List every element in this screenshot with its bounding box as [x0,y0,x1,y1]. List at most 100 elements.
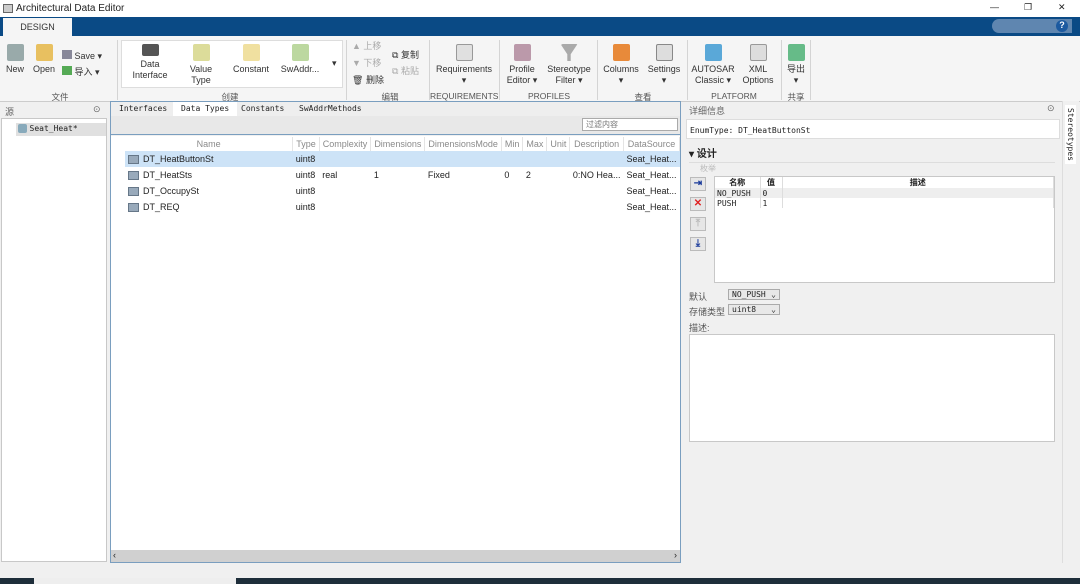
cell-dimensionsmode [425,151,502,167]
data-type-icon [128,187,139,197]
title-bar: Architectural Data Editor — ❐ ✕ [0,0,1080,17]
requirements-button[interactable]: Requirements ▾ [434,44,494,86]
open-button[interactable]: Open [31,44,57,75]
tab-design[interactable]: DESIGN [3,18,72,36]
column-header-description[interactable]: Description [569,137,624,151]
move-enum-up-button[interactable]: ⤒ [690,217,706,231]
cell-unit [547,199,570,215]
gallery-expand-button[interactable]: ▾ [332,58,337,69]
cell-min [501,199,523,215]
restore-button[interactable]: ❐ [1024,2,1032,13]
cell-unit [547,167,570,183]
value-type-icon [192,44,210,61]
source-tree: Seat_Heat* [1,118,107,562]
new-button[interactable]: New [3,44,27,75]
delete-enum-button[interactable]: ✕ [690,197,706,211]
delete-button[interactable]: 🗑 删除 [352,75,384,86]
cell-min: 0 [504,170,510,180]
cell-type: uint8 [295,186,316,196]
table-row-heat-sts[interactable]: DT_HeatSts uint8 real 1 Fixed 0 2 0:NO Hea... Se… [125,167,680,183]
database-icon [18,124,27,134]
table-row-occupy-st[interactable]: DT_OccupySt uint8 Seat_Heat... [125,183,680,199]
autosar-classic-button[interactable]: AUTOSAR Classic ▾ [691,44,735,86]
enum-row[interactable]: NO_PUSH 0 [715,188,1054,198]
column-header-min[interactable]: Min [501,137,524,151]
filter-input[interactable] [582,118,678,131]
cell-name: DT_REQ [125,199,293,215]
column-header-type[interactable]: Type [292,137,320,151]
value-type-button[interactable]: Value Type [180,44,222,86]
enum-row[interactable]: PUSH 1 [715,198,1054,208]
export-icon [787,44,805,61]
constant-button[interactable]: Constant [230,44,272,75]
minimize-button[interactable]: — [990,2,999,12]
horizontal-scrollbar[interactable]: ‹ › [111,550,680,562]
data-types-table-area: Name Type Complexity Dimensions Dimensio… [111,136,681,550]
cell-description [570,151,624,167]
details-panel: 详细信息 ⊙ EnumType: DT_HeatButtonSt ▾ 设计 枚举… [686,101,1061,563]
scroll-right-icon[interactable]: › [674,550,677,560]
save-button[interactable]: Save ▾ [62,50,102,62]
storage-type-select[interactable]: uint8 ⌄ [728,304,780,315]
move-down-button[interactable]: ▼ 下移 [352,58,381,69]
tab-data-types[interactable]: Data Types [173,102,238,116]
column-header-complexity[interactable]: Complexity [319,137,372,151]
column-header-name[interactable]: Name [125,137,294,151]
save-icon [62,50,72,59]
default-select[interactable]: NO_PUSH ⌄ [728,289,780,300]
description-label: 描述: [689,323,710,333]
data-type-icon [128,171,139,181]
move-up-button[interactable]: ▲ 上移 [352,41,381,52]
column-header-datasource[interactable]: DataSource [623,137,681,151]
cell-complexity: real [322,170,338,180]
data-interface-button[interactable]: Data Interface [128,44,172,81]
data-type-icon [128,203,139,213]
export-button[interactable]: 导出 ▾ [785,44,807,86]
cell-max: 2 [525,170,531,180]
stereotypes-side-tab[interactable]: Stereotypes [1065,105,1076,164]
tree-item-seat-heat[interactable]: Seat_Heat* [16,123,106,136]
group-label-requirements: REQUIREMENTS [430,91,499,101]
move-enum-down-button[interactable]: ⤓ [690,237,706,251]
paste-button[interactable]: ⧉ 粘贴 [392,66,419,77]
swaddr-button[interactable]: SwAddr... [278,44,322,75]
column-header-max[interactable]: Max [522,137,548,151]
taskbar [0,578,1080,584]
copy-button[interactable]: ⧉ 复制 [392,50,419,61]
cell-dimensionsmode [425,199,502,215]
tab-constants[interactable]: Constants [233,102,292,116]
scroll-left-icon[interactable]: ‹ [113,550,116,560]
column-header-dimensionsmode[interactable]: DimensionsMode [424,137,502,151]
cell-dimensionsmode [425,183,502,199]
stereotype-filter-button[interactable]: Stereotype Filter ▾ [545,44,593,86]
enum-cell [782,198,1054,208]
table-row-req[interactable]: DT_REQ uint8 Seat_Heat... [125,199,680,215]
default-label: 默认 [689,292,708,302]
group-label-profiles: PROFILES [527,91,571,101]
column-header-unit[interactable]: Unit [546,137,571,151]
description-input[interactable] [689,334,1055,442]
filter-bar [111,116,680,135]
design-section-toggle[interactable]: ▾ 设计 [689,145,717,160]
cell-complexity [319,183,371,199]
cell-datasource: Seat_Heat... [626,202,677,212]
cell-name: DT_OccupySt [125,183,293,199]
help-icon[interactable]: ? [1056,20,1068,32]
column-header-dimensions[interactable]: Dimensions [370,137,426,151]
tab-swaddrmethods[interactable]: SwAddrMethods [291,102,370,116]
panel-menu-icon[interactable]: ⊙ [93,104,101,115]
swaddr-icon [291,44,309,61]
tab-interfaces[interactable]: Interfaces [111,102,175,116]
import-button[interactable]: 导入 ▾ [62,66,100,78]
settings-button[interactable]: Settings ▾ [645,44,683,86]
details-menu-icon[interactable]: ⊙ [1047,103,1055,114]
cell-description [570,199,624,215]
storage-type-label: 存储类型 [689,307,726,317]
xml-options-button[interactable]: XML Options [738,44,778,86]
profile-editor-button[interactable]: Profile Editor ▾ [503,44,541,86]
columns-button[interactable]: Columns ▾ [601,44,641,86]
table-row-heat-button-st[interactable]: DT_HeatButtonSt uint8 Seat_Heat... [125,151,680,167]
enum-cell [782,188,1054,198]
add-enum-button[interactable]: ⇥ [690,177,706,191]
close-button[interactable]: ✕ [1058,2,1066,13]
